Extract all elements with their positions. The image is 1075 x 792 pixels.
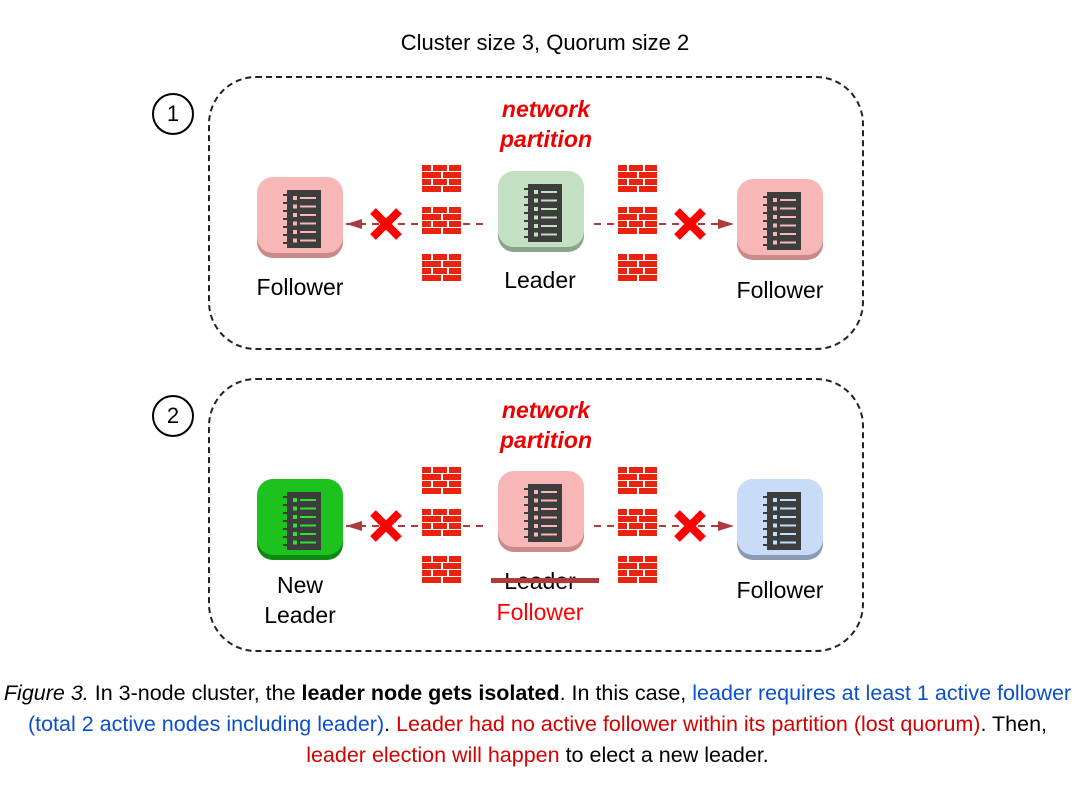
arrowhead-icon xyxy=(346,521,362,531)
arrowhead-icon xyxy=(346,219,362,229)
partition-links xyxy=(346,165,734,583)
caption-red-text: Leader had no active follower within its… xyxy=(396,712,981,736)
firewall-icon xyxy=(618,467,657,494)
figure-caption: Figure 3. In 3-node cluster, the leader … xyxy=(0,678,1075,771)
firewall-icon xyxy=(422,556,461,583)
firewall-icon xyxy=(618,556,657,583)
firewall-icon xyxy=(422,254,461,281)
firewall-icon xyxy=(618,165,657,192)
firewall-icon xyxy=(422,207,461,234)
caption-figure-label: Figure 3. xyxy=(3,681,89,705)
caption-red-text: leader election will happen xyxy=(306,743,560,767)
firewall-icon xyxy=(422,165,461,192)
caption-text: . xyxy=(384,712,397,736)
caption-bold: leader node gets isolated xyxy=(301,681,560,705)
arrowhead-icon xyxy=(718,521,734,531)
arrowhead-icon xyxy=(718,219,734,229)
caption-text: In 3-node cluster, the xyxy=(88,681,302,705)
firewall-icon xyxy=(618,509,657,536)
firewall-icon xyxy=(422,509,461,536)
firewall-icon xyxy=(618,207,657,234)
caption-text: . In this case, xyxy=(559,681,693,705)
caption-text: to elect a new leader. xyxy=(559,743,769,767)
firewall-icon xyxy=(618,254,657,281)
firewall-icon xyxy=(422,467,461,494)
caption-text: . Then, xyxy=(980,712,1048,736)
